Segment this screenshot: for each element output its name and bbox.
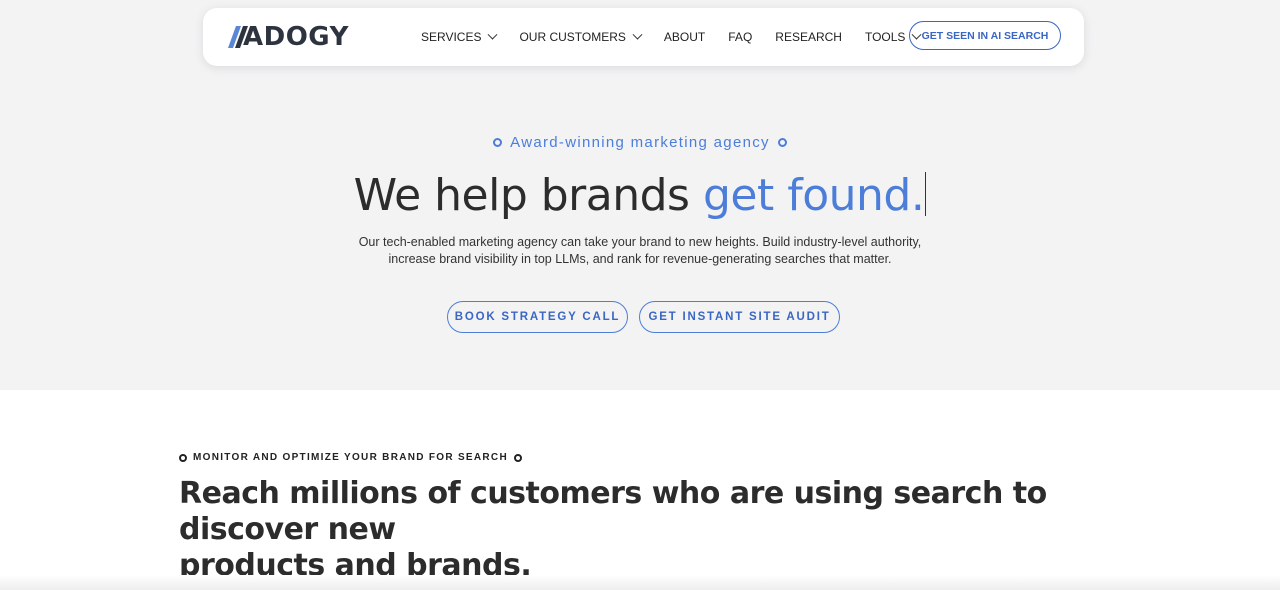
nav-label: FAQ [728, 30, 753, 44]
nav-item-services[interactable]: SERVICES [421, 29, 498, 44]
chevron-down-icon [632, 29, 643, 40]
nav-item-about[interactable]: ABOUT [664, 30, 705, 44]
section-eyebrow: MONITOR AND OPTIMIZE YOUR BRAND FOR SEAR… [179, 452, 522, 463]
hero-eyebrow: Award-winning marketing agency [0, 134, 1280, 151]
text-caret [925, 172, 927, 216]
circle-bullet-icon [777, 138, 787, 147]
logo-text: ADOGY [243, 22, 349, 52]
nav-item-our-customers[interactable]: OUR CUSTOMERS [519, 29, 643, 44]
section-title: Reach millions of customers who are usin… [179, 476, 1079, 584]
logo[interactable]: ADOGY [228, 21, 349, 53]
nav-item-faq[interactable]: FAQ [728, 30, 752, 44]
nav-label: TOOLS [864, 30, 906, 44]
top-navbar: ADOGY SERVICES OUR CUSTOMERS ABOUT FAQ R… [203, 8, 1084, 66]
section-title-line1: Reach millions of customers who are usin… [179, 476, 1047, 547]
chevron-down-icon [488, 29, 498, 40]
circle-bullet-icon [493, 138, 503, 147]
get-seen-in-ai-search-button[interactable]: GET SEEN IN AI SEARCH [909, 21, 1061, 50]
section-eyebrow-text: MONITOR AND OPTIMIZE YOUR BRAND FOR SEAR… [193, 452, 508, 463]
headline-plain: We help brands [353, 170, 703, 221]
nav-item-research[interactable]: RESEARCH [775, 30, 842, 44]
hero-headline: We help brands get found. [0, 170, 1280, 221]
get-instant-site-audit-button[interactable]: GET INSTANT SITE AUDIT [639, 301, 840, 333]
nav-label: RESEARCH [775, 30, 842, 44]
hero-subtext-line2: increase brand visibility in top LLMs, a… [388, 252, 892, 266]
hero-section: ADOGY SERVICES OUR CUSTOMERS ABOUT FAQ R… [0, 0, 1280, 390]
nav-label: ABOUT [663, 30, 706, 44]
book-strategy-call-button[interactable]: BOOK STRATEGY CALL [447, 301, 628, 333]
headline-accent: get found. [702, 170, 925, 221]
hero-subtext-line1: Our tech-enabled marketing agency can ta… [358, 235, 922, 249]
circle-bullet-icon [513, 453, 522, 462]
content-card-edge [0, 575, 1280, 590]
nav-label: SERVICES [421, 30, 482, 44]
nav-menu: SERVICES OUR CUSTOMERS ABOUT FAQ RESEARC… [421, 8, 943, 66]
nav-label: OUR CUSTOMERS [519, 30, 626, 44]
hero-eyebrow-text: Award-winning marketing agency [510, 134, 770, 151]
hero-subtext: Our tech-enabled marketing agency can ta… [340, 234, 940, 268]
circle-bullet-icon [179, 453, 187, 462]
